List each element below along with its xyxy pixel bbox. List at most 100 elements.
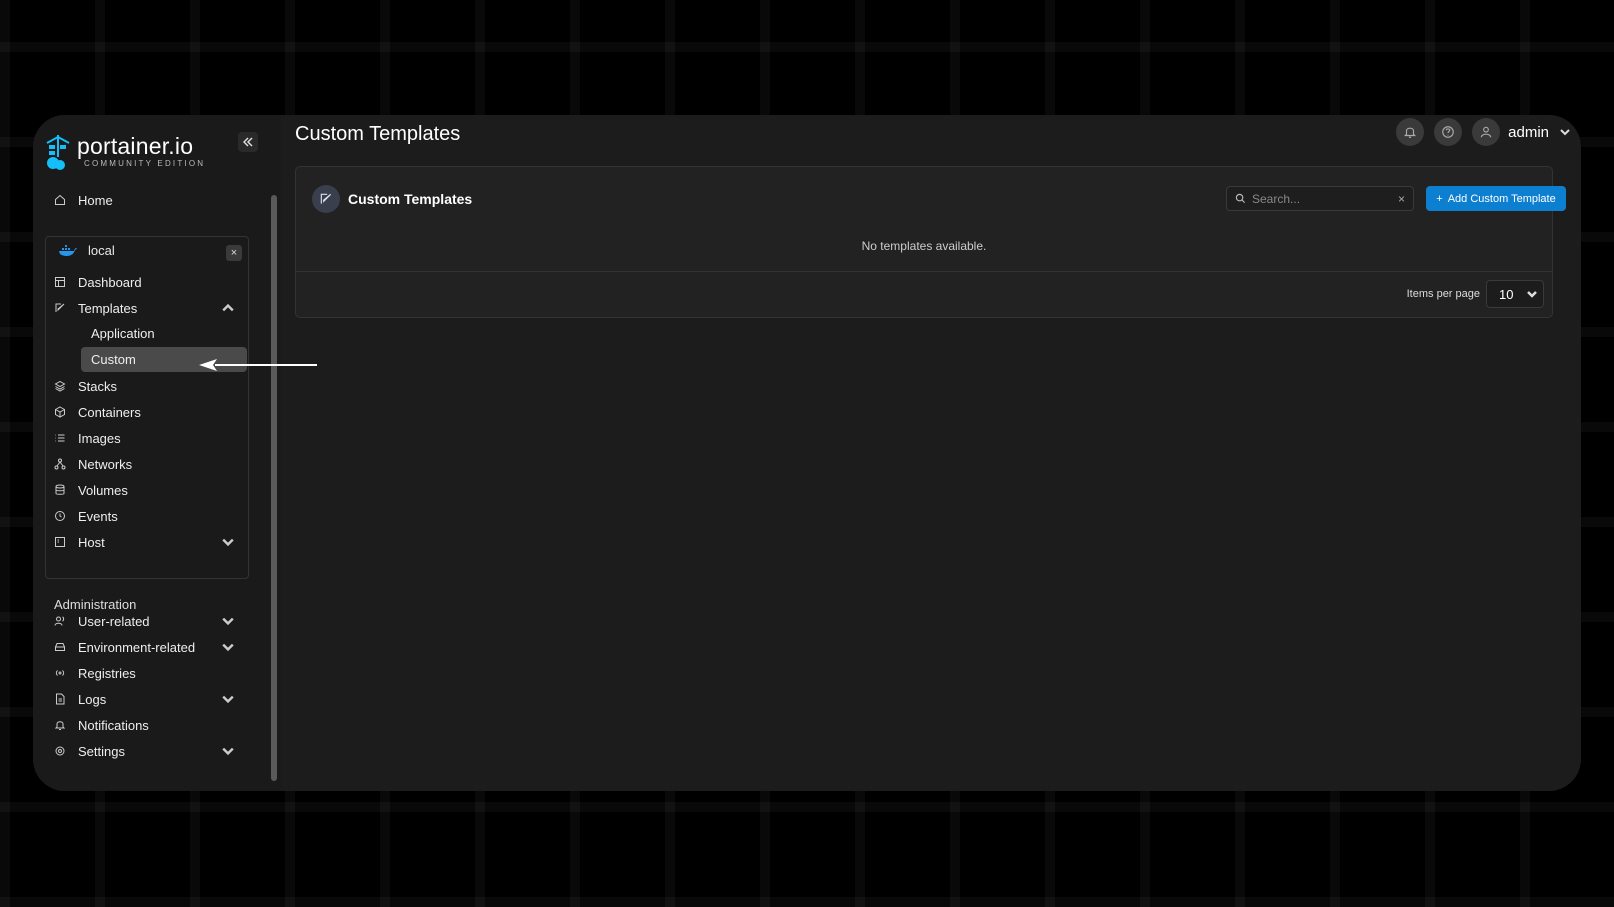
- pointer-arrow-icon: [199, 359, 317, 371]
- sidebar-item-label: Application: [91, 326, 155, 341]
- brand-edition: COMMUNITY EDITION: [84, 159, 206, 168]
- pagination-controls: Items per page 10: [1407, 280, 1544, 308]
- sidebar-item-volumes[interactable]: Volumes: [54, 480, 128, 500]
- sidebar-item-networks[interactable]: Networks: [54, 454, 132, 474]
- sidebar-item-label: Logs: [78, 691, 107, 707]
- box-icon: [55, 406, 65, 418]
- sidebar-item-application[interactable]: Application: [81, 321, 247, 346]
- sidebar-item-logs[interactable]: Logs: [54, 689, 234, 709]
- brand-name: portainer.io: [77, 133, 194, 159]
- radio-icon: [55, 670, 65, 676]
- sidebar-item-templates[interactable]: Templates: [54, 298, 234, 318]
- user-icon: [1480, 126, 1492, 138]
- search-input[interactable]: [1252, 191, 1392, 206]
- sidebar: portainer.io COMMUNITY EDITION Home loca…: [33, 115, 281, 791]
- sidebar-item-events[interactable]: Events: [54, 506, 118, 526]
- sidebar-item-images[interactable]: Images: [54, 428, 121, 448]
- sidebar-item-label: Registries: [78, 665, 136, 681]
- clock-icon: [55, 511, 65, 521]
- brand-logo[interactable]: portainer.io COMMUNITY EDITION: [45, 133, 205, 171]
- file-text-icon: [56, 693, 65, 705]
- home-icon: [55, 194, 65, 205]
- edit-icon: [312, 185, 340, 213]
- sidebar-item-label: Notifications: [78, 717, 149, 733]
- sidebar-item-home[interactable]: Home: [54, 190, 113, 210]
- environment-name: local: [88, 243, 115, 258]
- docker-icon: [59, 244, 77, 256]
- page-title: Custom Templates: [295, 123, 461, 145]
- panel-header: Custom Templates: [312, 185, 472, 213]
- close-environment-button[interactable]: ×: [226, 245, 242, 261]
- chevron-down-icon: [222, 617, 234, 626]
- sidebar-item-label: Home: [78, 192, 113, 208]
- edit-icon: [55, 303, 65, 312]
- chevron-down-icon: [222, 538, 234, 547]
- panel-title: Custom Templates: [348, 191, 473, 207]
- hard-drive-icon: [55, 643, 65, 651]
- double-chevron-left-icon: [243, 137, 253, 147]
- layers-icon: [54, 380, 66, 392]
- search-box[interactable]: ×: [1226, 186, 1414, 211]
- bell-icon: [1404, 127, 1417, 138]
- sidebar-item-label: Networks: [78, 456, 133, 472]
- list-icon: [55, 434, 65, 442]
- sidebar-item-label: Settings: [78, 743, 125, 759]
- bell-icon: [54, 721, 66, 730]
- sidebar-item-label: Images: [78, 430, 121, 446]
- administration-heading: Administration: [54, 597, 137, 612]
- sidebar-item-dashboard[interactable]: Dashboard: [54, 272, 142, 292]
- empty-state-message: No templates available.: [861, 239, 987, 253]
- chevron-down-icon: [222, 747, 234, 756]
- users-icon: [54, 616, 65, 626]
- sidebar-item-label: Host: [78, 534, 105, 550]
- add-button-label: Add Custom Template: [1447, 192, 1556, 205]
- add-custom-template-button[interactable]: + Add Custom Template: [1426, 186, 1566, 211]
- sidebar-item-notifications[interactable]: Notifications: [54, 715, 149, 735]
- user-avatar[interactable]: [1472, 118, 1501, 146]
- chevron-down-icon: [222, 643, 234, 652]
- chevron-down-icon[interactable]: [1559, 126, 1571, 138]
- sidebar-item-registries[interactable]: Registries: [54, 663, 136, 683]
- header-toolbar: admin: [1396, 118, 1571, 146]
- sidebar-item-label: User-related: [78, 613, 150, 629]
- sidebar-item-label: Stacks: [78, 378, 118, 394]
- user-name[interactable]: admin: [1508, 124, 1549, 141]
- divider: [296, 271, 1552, 272]
- portainer-logo-icon: [46, 135, 70, 170]
- clear-search-button[interactable]: ×: [1398, 192, 1405, 206]
- chevron-up-icon: [222, 303, 234, 312]
- sidebar-item-label: Events: [78, 508, 118, 524]
- sidebar-item-environment-related[interactable]: Environment-related: [54, 637, 234, 657]
- sidebar-scrollbar[interactable]: [271, 195, 277, 781]
- sidebar-item-label: Custom: [91, 352, 136, 367]
- app-window: portainer.io COMMUNITY EDITION Home loca…: [33, 115, 1581, 791]
- dashboard-icon: [55, 277, 65, 287]
- sidebar-item-stacks[interactable]: Stacks: [54, 376, 117, 396]
- notifications-button[interactable]: [1396, 118, 1425, 146]
- gear-icon: [55, 746, 65, 756]
- plus-icon: +: [1436, 192, 1443, 205]
- items-per-page-value: 10: [1499, 286, 1514, 302]
- sidebar-item-label: Containers: [78, 404, 141, 420]
- database-icon: [55, 484, 65, 495]
- server-icon: [55, 537, 65, 547]
- help-button[interactable]: [1434, 118, 1463, 146]
- chevron-down-icon: [1527, 291, 1537, 298]
- main-content: Custom Templates admin Custom Templates: [281, 115, 1581, 791]
- collapse-sidebar-button[interactable]: [238, 132, 258, 152]
- sidebar-item-containers[interactable]: Containers: [54, 402, 141, 422]
- sidebar-item-user-related[interactable]: User-related: [54, 611, 234, 631]
- items-per-page-label: Items per page: [1406, 288, 1480, 300]
- environment-header: local: [58, 243, 115, 258]
- custom-templates-panel: Custom Templates × + Add Custom Template…: [295, 166, 1566, 318]
- sidebar-item-host[interactable]: Host: [54, 532, 234, 552]
- search-icon: [1235, 193, 1246, 204]
- sidebar-item-settings[interactable]: Settings: [54, 741, 234, 761]
- network-icon: [54, 458, 66, 470]
- items-per-page-select[interactable]: 10: [1486, 280, 1544, 308]
- chevron-down-icon: [222, 695, 234, 704]
- sidebar-item-label: Dashboard: [78, 274, 142, 290]
- sidebar-item-label: Templates: [78, 300, 138, 316]
- sidebar-item-label: Environment-related: [78, 639, 196, 655]
- sidebar-item-label: Volumes: [78, 482, 128, 498]
